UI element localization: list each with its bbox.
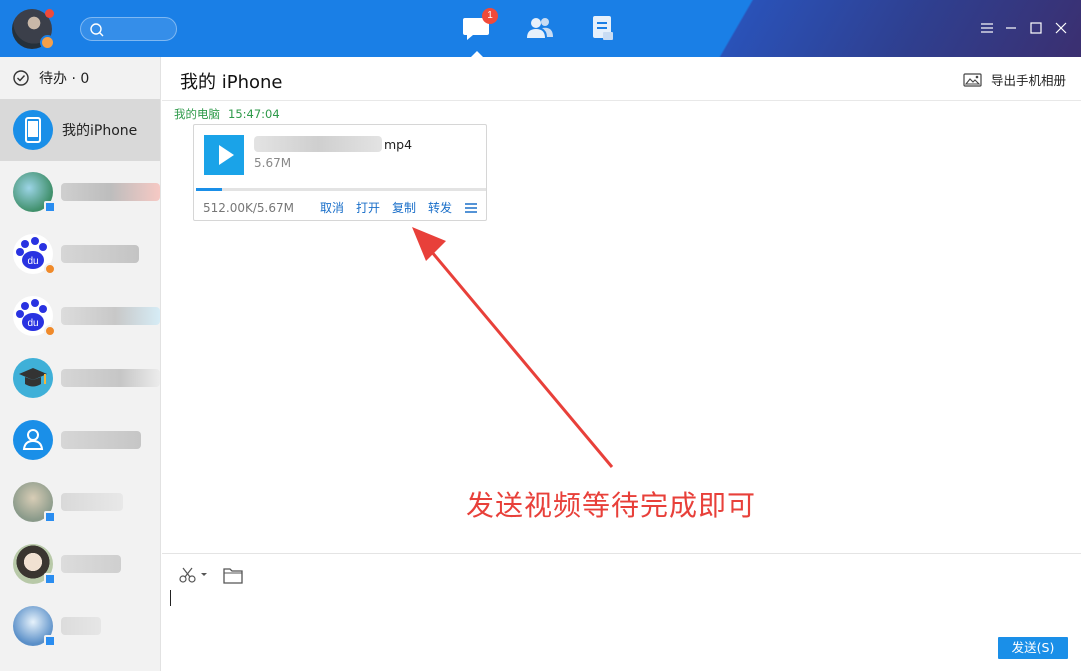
- device-badge-icon: [44, 573, 56, 585]
- status-icon: [44, 263, 56, 275]
- title-bar: 1: [0, 0, 1081, 57]
- notification-dot: [45, 9, 54, 18]
- svg-text:du: du: [27, 256, 38, 267]
- redacted-name: [61, 307, 160, 325]
- video-play-icon[interactable]: [204, 135, 244, 175]
- todo-row[interactable]: 待办 · 0: [0, 57, 160, 99]
- close-icon[interactable]: [1053, 20, 1069, 36]
- export-album-label: 导出手机相册: [990, 73, 1066, 88]
- status-icon: [44, 325, 56, 337]
- photo-avatar: [13, 172, 56, 213]
- redacted-name: [61, 369, 160, 387]
- redacted-name: [61, 431, 141, 449]
- contact-item[interactable]: du: [0, 223, 160, 285]
- todo-label: 待办 · 0: [39, 71, 90, 87]
- device-badge-icon: [44, 511, 56, 523]
- chat-header: 我的 iPhone 导出手机相册: [162, 57, 1081, 101]
- menu-icon[interactable]: [979, 20, 995, 36]
- contact-item[interactable]: [0, 595, 160, 657]
- file-size: 5.67M: [254, 156, 292, 170]
- status-icon: [40, 35, 55, 50]
- redacted-name: [61, 555, 121, 573]
- search-icon: [90, 23, 104, 37]
- phone-icon: [25, 117, 41, 143]
- file-name: mp4: [254, 136, 412, 152]
- search-box[interactable]: [80, 17, 177, 41]
- progress-text: 512.00K/5.67M: [203, 200, 294, 215]
- iphone-avatar: [13, 110, 53, 150]
- contact-name: 我的iPhone: [62, 123, 138, 139]
- baidu-du-avatar: du: [13, 296, 56, 337]
- check-circle-icon: [13, 70, 29, 86]
- group-icon: [22, 429, 44, 450]
- message-meta: 我的电脑 15:47:04: [174, 106, 280, 122]
- contact-item[interactable]: [0, 471, 160, 533]
- photo-album-icon: [963, 72, 982, 87]
- redacted-file-name: [254, 136, 382, 152]
- contacts-icon: [527, 18, 553, 38]
- contact-item[interactable]: [0, 533, 160, 595]
- file-extension: mp4: [384, 136, 413, 152]
- nav-documents[interactable]: [590, 14, 620, 42]
- scissors-icon[interactable]: [178, 567, 208, 583]
- transfer-progress-bar: [196, 188, 486, 191]
- send-button[interactable]: 发送(S): [998, 637, 1068, 659]
- contact-item[interactable]: du: [0, 285, 160, 347]
- nav-messages[interactable]: 1: [462, 8, 498, 57]
- document-icon: [593, 16, 613, 40]
- redacted-name: [61, 183, 160, 201]
- unread-badge: 1: [482, 8, 498, 24]
- user-avatar[interactable]: [12, 9, 55, 50]
- baidu-du-avatar: du: [13, 234, 56, 275]
- contact-item-my-iphone[interactable]: 我的iPhone: [0, 99, 160, 161]
- graduation-cap-icon: [19, 368, 47, 387]
- maximize-icon[interactable]: [1028, 20, 1044, 36]
- file-card-footer: 512.00K/5.67M 取消 打开 复制 转发: [203, 199, 478, 216]
- export-album-button[interactable]: 导出手机相册: [963, 70, 1066, 89]
- nav-contacts[interactable]: [525, 14, 555, 42]
- chat-panel: 我的 iPhone 导出手机相册 我的电脑 15:47:04 mp4 5.67M …: [162, 57, 1081, 671]
- message-composer: 发送(S): [162, 553, 1081, 671]
- contact-sidebar: 待办 · 0 我的iPhone du du: [0, 57, 161, 671]
- device-badge-icon: [44, 635, 56, 647]
- group-avatar: [13, 420, 53, 460]
- redacted-name: [61, 493, 123, 511]
- svg-text:du: du: [27, 318, 38, 329]
- copy-button[interactable]: 复制: [392, 199, 416, 216]
- annotation-text: 发送视频等待完成即可: [466, 489, 757, 522]
- photo-avatar: [13, 482, 56, 523]
- photo-avatar: [13, 606, 56, 647]
- transfer-progress-fill: [196, 188, 222, 191]
- redacted-name: [61, 245, 139, 263]
- graduation-cap-avatar: [13, 358, 53, 398]
- folder-icon[interactable]: [223, 567, 243, 584]
- contact-item[interactable]: [0, 409, 160, 471]
- device-badge-icon: [44, 201, 56, 213]
- message-sender: 我的电脑: [174, 107, 220, 121]
- minimize-icon[interactable]: [1003, 20, 1019, 36]
- photo-avatar: [13, 544, 56, 585]
- file-transfer-card[interactable]: mp4 5.67M 512.00K/5.67M 取消 打开 复制 转发: [193, 124, 487, 221]
- message-input[interactable]: [170, 590, 171, 606]
- annotation-arrow-icon: [412, 227, 614, 468]
- message-time: 15:47:04: [228, 107, 280, 121]
- contact-item[interactable]: [0, 161, 160, 223]
- redacted-name: [61, 617, 101, 635]
- page-title: 我的 iPhone: [180, 72, 283, 93]
- open-button[interactable]: 打开: [356, 199, 380, 216]
- cancel-button[interactable]: 取消: [320, 199, 344, 216]
- file-actions: 取消 打开 复制 转发: [308, 199, 478, 216]
- more-menu-icon[interactable]: [464, 202, 478, 214]
- contact-item[interactable]: [0, 347, 160, 409]
- forward-button[interactable]: 转发: [428, 199, 452, 216]
